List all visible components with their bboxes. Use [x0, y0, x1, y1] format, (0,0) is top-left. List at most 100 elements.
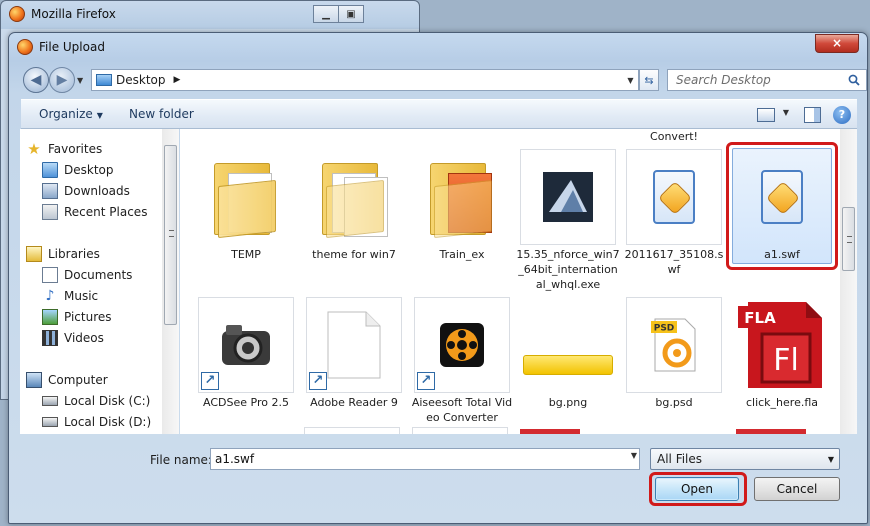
address-dropdown-icon[interactable]: ▼	[622, 70, 638, 90]
file-name: bg.psd	[655, 396, 693, 409]
file-list-scrollbar[interactable]	[840, 129, 857, 434]
desktop-icon	[42, 162, 58, 178]
file-item-partial	[520, 429, 580, 434]
organize-button[interactable]: Organize ▼	[39, 107, 103, 121]
file-name-combobox[interactable]: ▼	[210, 448, 640, 470]
file-name: click_here.fla	[745, 396, 819, 409]
file-item[interactable]: theme for win7	[302, 149, 406, 262]
search-icon[interactable]	[848, 74, 860, 86]
open-button[interactable]: Open	[655, 477, 739, 501]
nav-item-videos[interactable]: Videos	[42, 328, 104, 348]
breadcrumb-desktop[interactable]: Desktop	[116, 73, 166, 87]
computer-icon	[26, 372, 42, 388]
organize-label: Organize	[39, 107, 93, 121]
hard-disk-icon	[42, 417, 58, 427]
nav-libraries-header[interactable]: Libraries	[26, 244, 100, 264]
nav-item-pictures[interactable]: Pictures	[42, 307, 112, 327]
file-item[interactable]: PSD bg.psd	[622, 297, 726, 410]
breadcrumb-chevron-icon[interactable]: ▶	[174, 75, 181, 85]
star-icon: ★	[27, 140, 41, 158]
file-item[interactable]: Train_ex	[410, 149, 514, 262]
nav-item-music[interactable]: ♪ Music	[42, 286, 99, 306]
chevron-down-icon[interactable]: ▼	[631, 451, 637, 460]
search-box[interactable]	[667, 69, 867, 91]
close-button[interactable]: ×	[815, 34, 859, 53]
navigation-scroll-thumb[interactable]	[164, 145, 177, 325]
file-list-scroll-thumb[interactable]	[842, 207, 855, 271]
shortcut-arrow-icon: ↗	[309, 372, 327, 390]
file-list: TEMP theme for win7 Train_ex 15.35_nforc…	[180, 129, 840, 434]
folder-icon	[306, 149, 402, 245]
refresh-button[interactable]: ⇆	[639, 69, 659, 91]
file-item[interactable]: FLA Fl click_here.fla	[730, 297, 834, 410]
nav-item-drive-d[interactable]: Local Disk (D:)	[42, 412, 151, 432]
file-item[interactable]: Convert! 2011617_35108.swf	[622, 129, 726, 277]
firefox-window-controls: ▁ ▣	[313, 5, 364, 23]
blank-document-icon: ↗	[306, 297, 402, 393]
libraries-icon	[26, 246, 42, 262]
address-row: ◀ ▶ ▼ Desktop ▶ ▼ ⇆	[21, 65, 867, 95]
file-name: TEMP	[231, 248, 261, 261]
restore-icon[interactable]: ▣	[338, 5, 364, 23]
fla-icon: FLA Fl	[734, 297, 830, 393]
psd-badge-text: PSD	[654, 324, 675, 334]
file-item[interactable]: 15.35_nforce_win7_64bit_international_wh…	[516, 149, 620, 292]
film-reel-icon: ↗	[414, 297, 510, 393]
file-item[interactable]: TEMP	[194, 149, 298, 262]
swf-icon	[626, 149, 722, 245]
desktop-folder-icon	[96, 74, 112, 86]
psd-icon: PSD	[626, 297, 722, 393]
file-item[interactable]: ↗ Aiseesoft Total Video Converter	[410, 297, 514, 425]
search-input[interactable]	[674, 72, 842, 88]
nav-item-drive-c[interactable]: Local Disk (C:)	[42, 391, 150, 411]
downloads-icon	[42, 183, 58, 199]
file-item[interactable]: ↗ ACDSee Pro 2.5	[194, 297, 298, 410]
help-icon[interactable]: ?	[833, 106, 851, 124]
nav-favorites-header[interactable]: ★ Favorites	[26, 139, 102, 159]
cancel-button[interactable]: Cancel	[754, 477, 840, 501]
file-name: theme for win7	[312, 248, 396, 261]
navigation-pane: ★ Favorites Desktop Downloads Recent Plac…	[20, 129, 170, 434]
nav-item-desktop[interactable]: Desktop	[42, 160, 114, 180]
nav-item-documents[interactable]: Documents	[42, 265, 132, 285]
minimize-icon[interactable]: ▁	[313, 5, 339, 23]
file-type-filter[interactable]: All Files ▼	[650, 448, 840, 470]
forward-button[interactable]: ▶	[49, 67, 75, 93]
view-dropdown-icon[interactable]: ▼	[783, 108, 789, 117]
navigation-scrollbar[interactable]	[162, 129, 179, 434]
refresh-icon: ⇆	[644, 73, 654, 87]
firefox-logo-icon	[9, 6, 25, 22]
file-name: bg.png	[548, 396, 588, 409]
file-item-partial	[736, 429, 806, 434]
nav-item-recent-places[interactable]: Recent Places	[42, 202, 147, 222]
chevron-down-icon: ▼	[827, 455, 834, 464]
file-name-label: File name:	[150, 453, 212, 467]
file-name: Train_ex	[439, 248, 485, 261]
file-item-selected[interactable]: a1.swf	[730, 149, 834, 262]
file-name: 15.35_nforce_win7_64bit_international_wh…	[516, 248, 620, 291]
preview-pane-icon[interactable]	[804, 107, 821, 123]
file-item[interactable]: ↗ Adobe Reader 9	[302, 297, 406, 410]
address-bar[interactable]: Desktop ▶ ▼	[91, 69, 639, 91]
chevron-down-icon: ▼	[96, 111, 103, 120]
folder-icon	[414, 149, 510, 245]
new-folder-button[interactable]: New folder	[129, 107, 194, 121]
fla-badge-text: FLA	[744, 309, 776, 327]
nav-computer-header[interactable]: Computer	[26, 370, 108, 390]
swf-icon	[734, 149, 830, 245]
nav-item-downloads[interactable]: Downloads	[42, 181, 130, 201]
change-view-icon[interactable]	[757, 108, 775, 122]
fla-glyph-text: Fl	[773, 343, 799, 378]
back-button[interactable]: ◀	[23, 67, 49, 93]
firefox-title-bar: Mozilla Firefox	[9, 6, 116, 22]
dialog-title-bar: File Upload	[17, 39, 105, 55]
dialog-title: File Upload	[39, 40, 105, 54]
history-dropdown-icon[interactable]: ▼	[77, 76, 83, 85]
file-name: Adobe Reader 9	[310, 396, 398, 409]
file-name: ACDSee Pro 2.5	[203, 396, 289, 409]
file-item[interactable]: bg.png	[516, 297, 620, 410]
file-item-partial	[304, 427, 400, 434]
file-name-input[interactable]	[211, 449, 611, 469]
hard-disk-icon	[42, 396, 58, 406]
music-icon: ♪	[45, 288, 55, 304]
